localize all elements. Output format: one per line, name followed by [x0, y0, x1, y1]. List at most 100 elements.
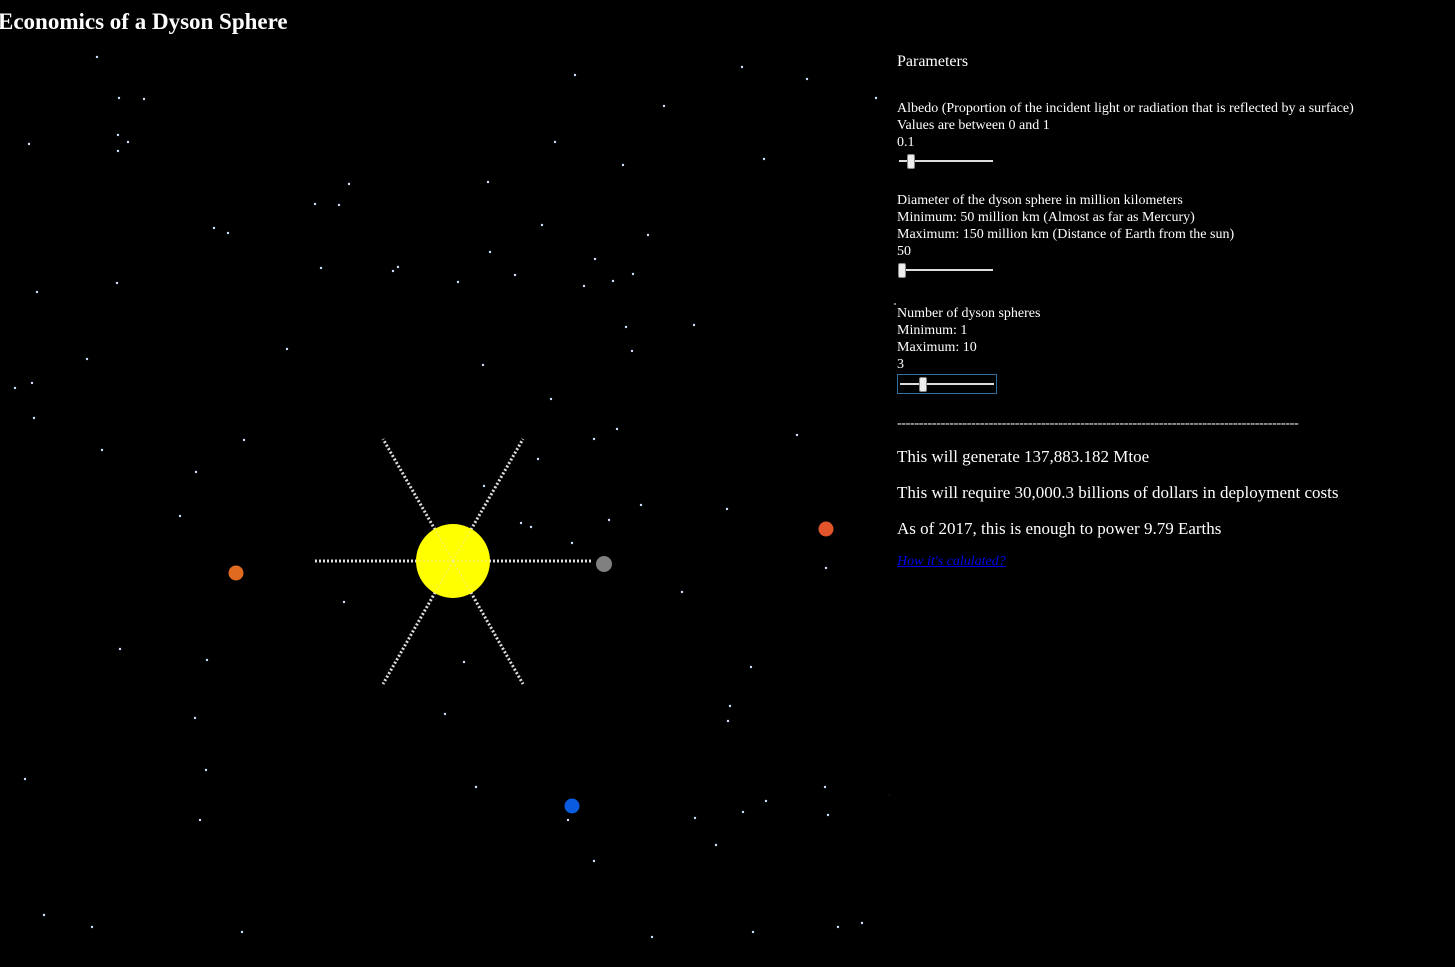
star-icon	[615, 427, 619, 431]
results-divider: ----------------------------------------…	[897, 416, 1299, 431]
star-icon	[193, 716, 197, 720]
parameters-heading: Parameters	[897, 53, 969, 70]
star-icon	[178, 514, 182, 518]
star-icon	[486, 180, 490, 184]
diameter-min-text: Minimum: 50 million km (Almost as far as…	[897, 210, 1195, 225]
star-icon	[592, 859, 596, 863]
star-icon	[126, 140, 130, 144]
star-icon	[95, 55, 99, 59]
mars-icon	[818, 521, 834, 537]
diameter-label: Diameter of the dyson sphere in million …	[897, 193, 1183, 208]
star-icon	[142, 97, 146, 101]
cost-result: This will require 30,000.3 billions of d…	[897, 483, 1339, 502]
earths-result: As of 2017, this is enough to power 9.79…	[897, 519, 1222, 538]
star-icon	[474, 785, 478, 789]
count-min-text: Minimum: 1	[897, 323, 968, 338]
star-icon	[443, 712, 447, 716]
star-icon	[319, 266, 323, 270]
star-icon	[35, 290, 39, 294]
star-icon	[805, 77, 809, 81]
star-icon	[391, 269, 395, 273]
star-icon	[32, 416, 36, 420]
star-icon	[749, 665, 753, 669]
star-icon	[725, 507, 729, 511]
count-slider-track[interactable]	[900, 383, 994, 385]
diameter-parameter: Diameter of the dyson sphere in million …	[897, 192, 1447, 281]
count-slider-thumb[interactable]	[918, 377, 927, 392]
star-icon	[118, 647, 122, 651]
star-icon	[285, 347, 289, 351]
star-icon	[611, 279, 615, 283]
star-icon	[456, 280, 460, 284]
solar-system-scene	[13, 55, 890, 939]
star-icon	[692, 323, 696, 327]
star-icon	[741, 810, 745, 814]
star-icon	[728, 704, 732, 708]
star-icon	[680, 590, 684, 594]
star-icon	[23, 777, 27, 781]
star-icon	[762, 157, 766, 161]
star-icon	[337, 203, 341, 207]
star-icon	[481, 363, 485, 367]
star-icon	[592, 437, 596, 441]
star-icon	[482, 484, 486, 488]
albedo-slider[interactable]	[897, 152, 995, 172]
star-icon	[115, 281, 119, 285]
star-icon	[27, 142, 31, 146]
star-icon	[593, 257, 597, 261]
albedo-slider-thumb[interactable]	[906, 154, 915, 169]
star-icon	[646, 233, 650, 237]
star-icon	[714, 843, 718, 847]
count-slider[interactable]	[897, 374, 997, 394]
star-icon	[570, 541, 574, 545]
star-icon	[240, 930, 244, 934]
star-icon	[823, 785, 827, 789]
star-icon	[582, 284, 586, 288]
star-icon	[85, 357, 89, 361]
star-icon	[795, 433, 799, 437]
count-parameter: Number of dyson spheres Minimum: 1 Maxim…	[897, 305, 1447, 394]
star-icon	[566, 818, 570, 822]
star-icon	[212, 226, 216, 230]
star-icon	[540, 223, 544, 227]
star-icon	[462, 660, 466, 664]
star-icon	[116, 133, 120, 137]
star-icon	[740, 65, 744, 69]
star-icon	[631, 272, 635, 276]
star-icon	[42, 913, 46, 917]
star-icon	[860, 921, 864, 925]
star-icon	[226, 231, 230, 235]
diameter-slider[interactable]	[897, 261, 995, 281]
star-icon	[536, 457, 540, 461]
how-calculated-link[interactable]: How it's calulated?	[897, 554, 1006, 570]
star-icon	[90, 925, 94, 929]
mercury-icon	[596, 556, 612, 572]
star-icon	[100, 448, 104, 452]
star-icon	[198, 818, 202, 822]
star-icon	[621, 163, 625, 167]
star-icon	[519, 521, 523, 525]
energy-result: This will generate 137,883.182 Mtoe	[897, 447, 1150, 466]
star-icon	[726, 719, 730, 723]
star-icon	[650, 935, 654, 939]
diameter-slider-track[interactable]	[899, 269, 993, 271]
star-icon	[751, 930, 755, 934]
parameters-panel: Parameters Albedo (Proportion of the inc…	[897, 52, 1447, 570]
star-icon	[13, 386, 17, 390]
star-icon	[347, 182, 351, 186]
star-icon	[764, 799, 768, 803]
diameter-slider-thumb[interactable]	[898, 263, 906, 278]
star-icon	[826, 813, 830, 817]
star-icon	[824, 566, 828, 570]
star-icon	[549, 397, 553, 401]
earth-icon	[564, 798, 580, 814]
star-icon	[874, 96, 878, 100]
star-icon	[117, 96, 121, 100]
star-icon	[313, 202, 317, 206]
star-icon	[116, 149, 120, 153]
star-icon	[573, 73, 577, 77]
star-icon	[639, 503, 643, 507]
star-icon	[662, 104, 666, 108]
albedo-value: 0.1	[897, 135, 915, 150]
star-icon	[242, 438, 246, 442]
